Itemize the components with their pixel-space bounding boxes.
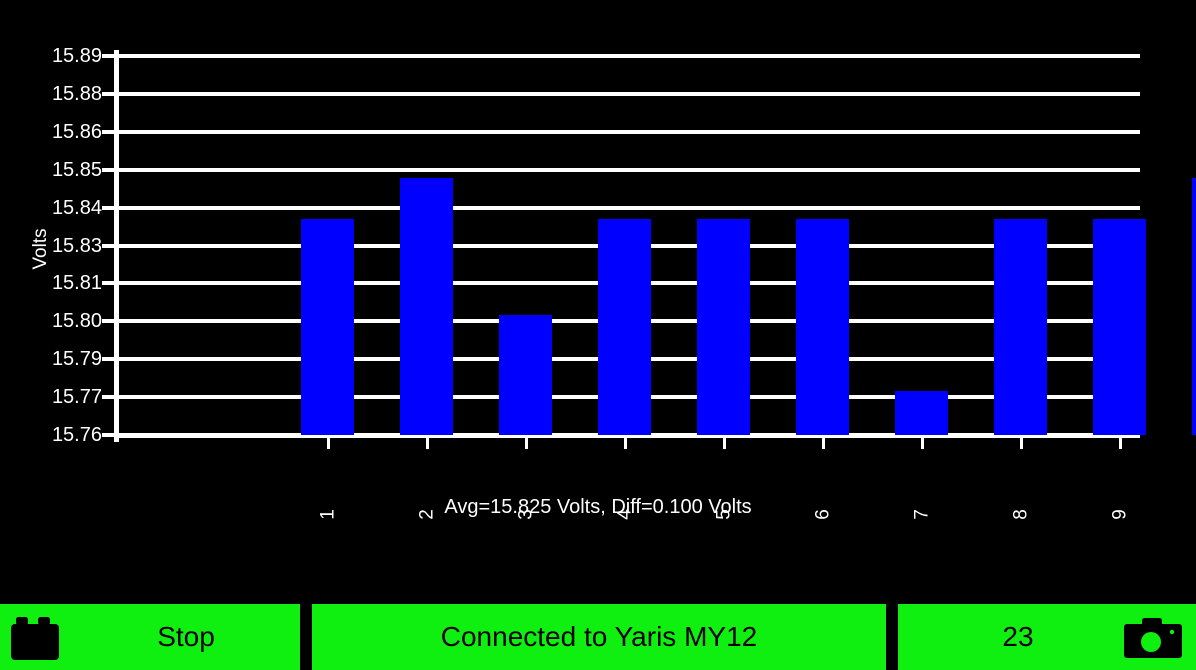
- bar: [895, 391, 948, 435]
- y-axis-tick-label: 15.88: [51, 82, 102, 105]
- y-axis-tick-label: 15.79: [51, 348, 102, 371]
- x-axis-tick-mark: [623, 437, 627, 449]
- x-axis-tick-mark: [1118, 437, 1122, 449]
- gridline: [118, 167, 1140, 172]
- y-axis-tick-mark: [102, 129, 115, 134]
- y-axis-tick-label: 15.81: [51, 272, 102, 295]
- status-bar: Stop Connected to Yaris MY12 23: [0, 604, 1196, 670]
- x-axis-tick-mark: [425, 437, 429, 449]
- y-axis-tick-label: 15.76: [51, 424, 102, 446]
- y-axis-tick-mark: [102, 433, 115, 437]
- x-axis-tick-mark: [920, 437, 924, 449]
- y-axis-tick-mark: [102, 281, 115, 286]
- chart-panel: Volts 15.89 15.88 15.86 15.85 15.84 15.83 15.8…: [0, 0, 1196, 596]
- battery-icon: [11, 617, 59, 660]
- y-axis-tick-label: 15.86: [51, 120, 102, 143]
- x-axis-tick-mark: [722, 437, 726, 449]
- connection-status-label: Connected to Yaris MY12: [440, 621, 758, 652]
- y-axis-tick-label: 15.83: [51, 234, 102, 257]
- y-axis-tick-mark: [102, 54, 115, 58]
- bar: [1093, 219, 1146, 435]
- bar: [499, 315, 552, 435]
- y-axis-tick-label: 15.89: [51, 45, 102, 67]
- x-axis-tick-mark: [524, 437, 528, 449]
- x-axis-tick-mark: [1019, 437, 1023, 449]
- y-axis-tick-label: 15.84: [51, 196, 102, 219]
- connection-status-button[interactable]: Connected to Yaris MY12: [312, 604, 886, 670]
- sample-count-label: 23: [1002, 621, 1034, 652]
- bar: [301, 219, 354, 435]
- y-axis-tick-mark: [102, 91, 115, 96]
- sample-count-button[interactable]: 23: [898, 604, 1196, 670]
- bar: [796, 219, 849, 435]
- y-axis-tick-mark: [102, 395, 115, 400]
- gridline: [118, 54, 1140, 58]
- y-axis-tick-label: 15.85: [51, 158, 102, 181]
- bar: [400, 178, 453, 435]
- chart-caption: Avg=15.825 Volts, Diff=0.100 Volts: [444, 496, 752, 518]
- camera-icon[interactable]: [1124, 618, 1182, 658]
- bar: [598, 219, 651, 435]
- stop-button[interactable]: Stop: [0, 604, 300, 670]
- bar: [1192, 178, 1196, 435]
- stop-button-label: Stop: [157, 621, 215, 652]
- bar: [994, 219, 1047, 435]
- gridline: [118, 91, 1140, 96]
- y-axis-tick-mark: [102, 243, 115, 248]
- bar: [697, 219, 750, 435]
- x-axis-tick-mark: [821, 437, 825, 449]
- y-axis-tick-mark: [102, 205, 115, 210]
- gridline: [118, 205, 1140, 210]
- y-axis-tick-mark: [102, 319, 115, 324]
- y-axis-tick-label: 15.80: [51, 310, 102, 333]
- y-axis-tick-label: 15.77: [51, 386, 102, 409]
- y-axis-tick-mark: [102, 167, 115, 172]
- y-axis-tick-mark: [102, 357, 115, 362]
- gridline: [118, 129, 1140, 134]
- x-axis-tick-mark: [326, 437, 330, 449]
- plot-area: [102, 50, 1196, 449]
